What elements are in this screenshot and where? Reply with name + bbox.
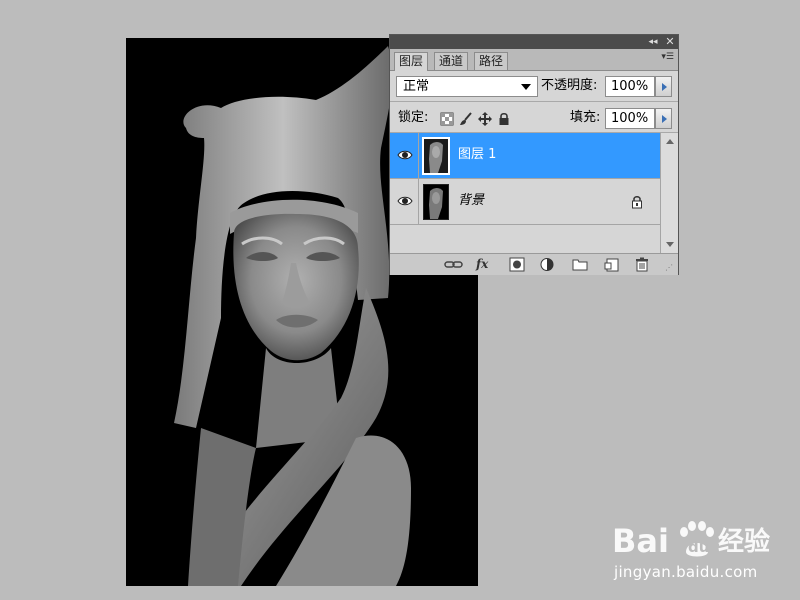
- folder-icon[interactable]: [572, 257, 588, 272]
- trash-icon[interactable]: [635, 257, 649, 272]
- divider: [390, 101, 678, 102]
- new-layer-icon[interactable]: [604, 257, 620, 272]
- svg-text:du: du: [688, 538, 709, 556]
- layer-row-layer1[interactable]: 图层 1: [390, 133, 660, 179]
- lock-label: 锁定:: [398, 110, 429, 125]
- layer-list-scrollbar[interactable]: [660, 133, 678, 253]
- panel-tabs: 图层 通道 路径 ▾☰: [390, 49, 678, 71]
- tab-paths[interactable]: 路径: [474, 52, 509, 70]
- lock-transparent-icon[interactable]: [440, 112, 454, 126]
- baidu-logo: Bai du 经验: [612, 521, 770, 560]
- lock-pixels-brush-icon[interactable]: [459, 112, 473, 126]
- lock-icon: [632, 196, 642, 209]
- layer-thumbnail: [422, 137, 450, 175]
- watermark-url: jingyan.baidu.com: [614, 563, 758, 581]
- lock-all-icon[interactable]: [497, 112, 511, 126]
- tab-layers[interactable]: 图层: [394, 52, 429, 71]
- opacity-slider-button[interactable]: [655, 76, 672, 97]
- collapse-icon[interactable]: ◂◂: [646, 36, 660, 48]
- fill-label: 填充:: [570, 110, 601, 125]
- eye-icon[interactable]: [397, 194, 413, 208]
- tab-channels[interactable]: 通道: [434, 52, 469, 70]
- layer-row-background[interactable]: 背景: [390, 179, 660, 225]
- mask-icon[interactable]: [509, 257, 525, 272]
- baidu-jingyan-watermark: Bai du 经验 jingyan.baidu.com: [606, 510, 796, 590]
- layer-list: 图层 1 背景: [390, 133, 660, 253]
- fill-input[interactable]: 100%: [605, 108, 655, 129]
- panel-menu-icon[interactable]: ▾☰: [661, 52, 674, 62]
- panel-bottom-bar: fx ⋰: [390, 253, 678, 275]
- svg-text:Bai: Bai: [612, 522, 669, 560]
- lock-position-move-icon[interactable]: [478, 112, 492, 126]
- svg-text:经验: 经验: [718, 526, 770, 557]
- opacity-input[interactable]: 100%: [605, 76, 655, 97]
- scroll-down-icon[interactable]: [666, 242, 674, 247]
- layer-name[interactable]: 背景: [458, 193, 484, 209]
- link-icon[interactable]: [444, 257, 464, 272]
- layer-name[interactable]: 图层 1: [458, 147, 496, 163]
- panel-titlebar[interactable]: ◂◂ ✕: [390, 35, 678, 49]
- blend-mode-select[interactable]: 正常: [396, 76, 538, 97]
- layer-thumbnail: [423, 184, 449, 220]
- fx-icon[interactable]: fx: [476, 257, 488, 272]
- close-icon[interactable]: ✕: [664, 36, 676, 48]
- fill-slider-button[interactable]: [655, 108, 672, 129]
- resize-grip-icon[interactable]: ⋰: [665, 260, 673, 275]
- adjustment-icon[interactable]: [540, 257, 556, 272]
- scroll-up-icon[interactable]: [666, 139, 674, 144]
- eye-icon[interactable]: [397, 148, 413, 162]
- opacity-label: 不透明度:: [541, 78, 598, 93]
- layers-panel: ◂◂ ✕ 图层 通道 路径 ▾☰ 正常 不透明度: 100% 锁定: 填充: 1…: [389, 34, 679, 275]
- chevron-down-icon: [521, 84, 531, 90]
- blend-mode-value: 正常: [403, 79, 430, 94]
